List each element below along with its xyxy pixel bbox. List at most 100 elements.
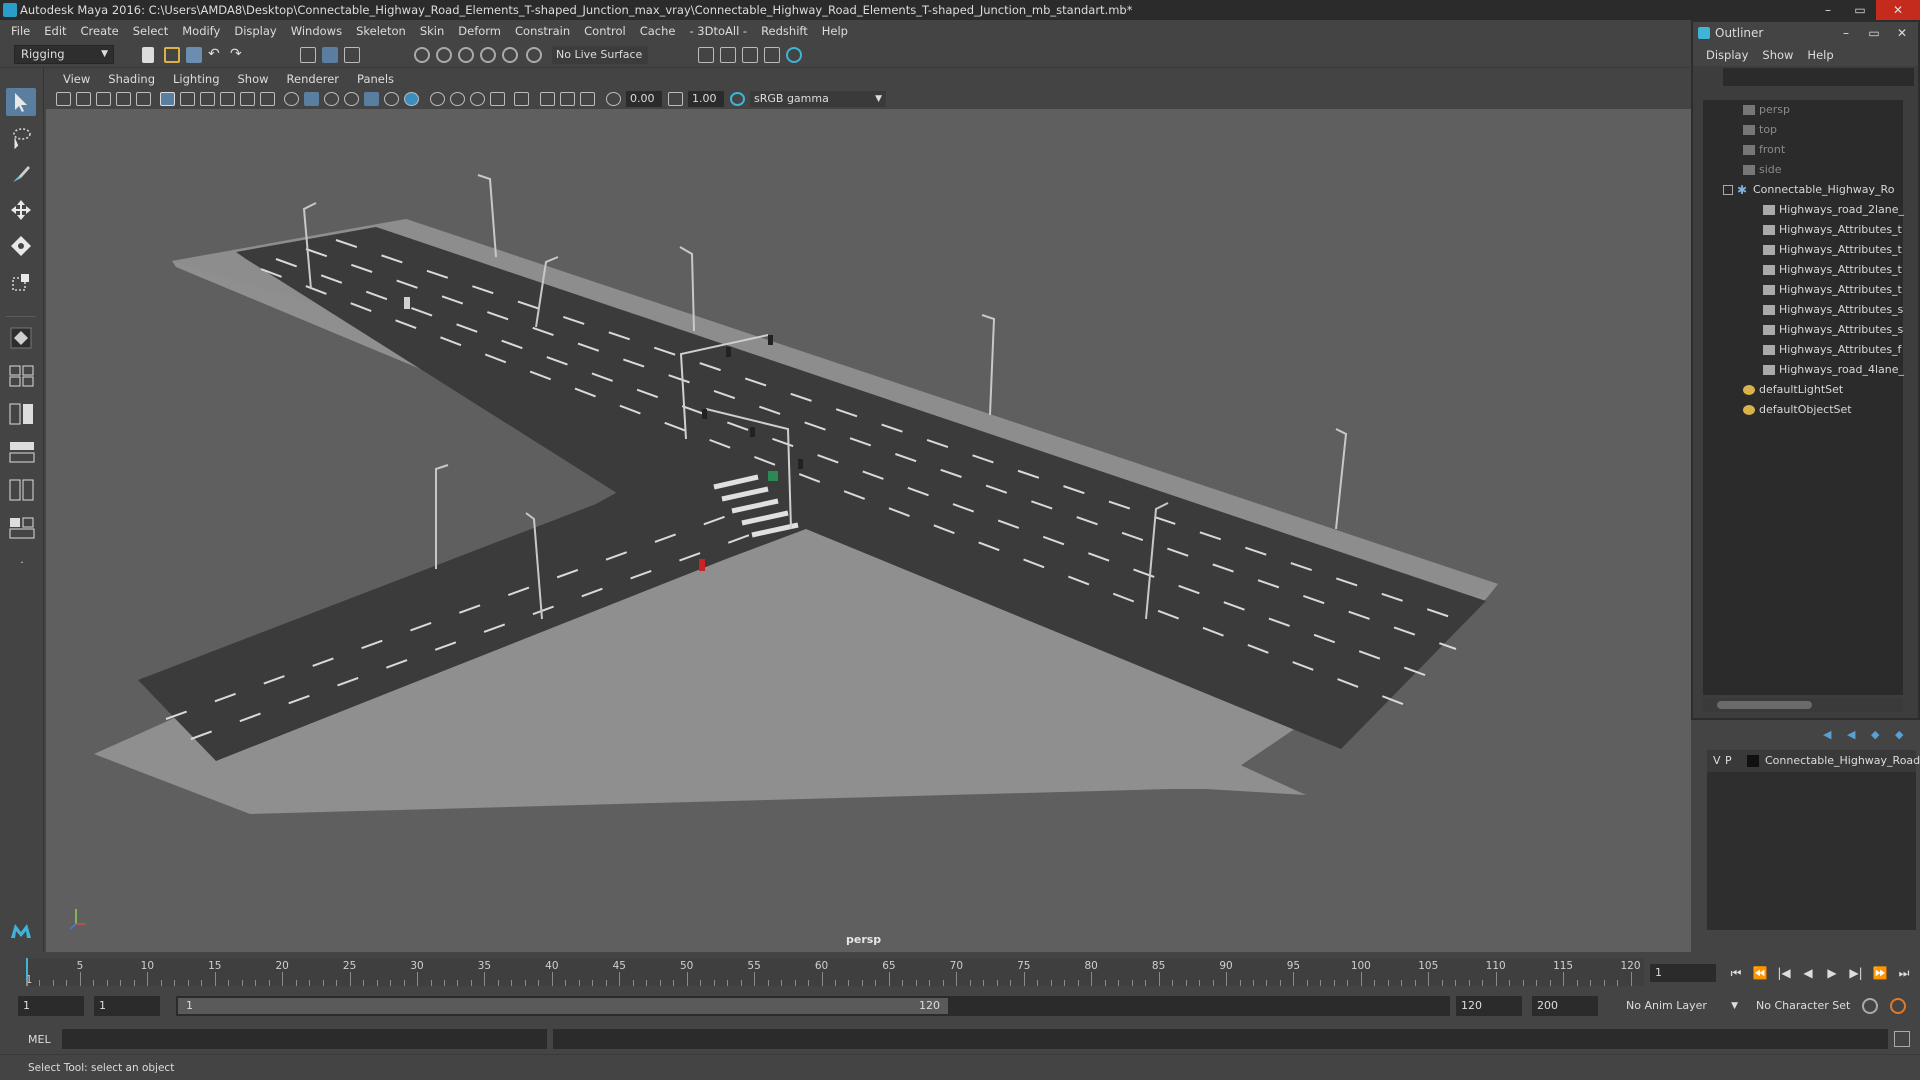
step-forward-icon[interactable]: ⏩ [1870, 964, 1890, 982]
outliner-close-button[interactable]: ✕ [1888, 22, 1916, 44]
select-tool-button[interactable] [6, 88, 36, 116]
menu-constrain[interactable]: Constrain [508, 24, 577, 38]
minimize-button[interactable]: – [1812, 0, 1844, 20]
wireframe-icon[interactable] [284, 92, 299, 106]
two-d-pan-icon[interactable] [136, 92, 151, 106]
outliner-item-mesh[interactable]: Highways_Attributes_t [1763, 220, 1902, 240]
menu-file[interactable]: File [4, 24, 37, 38]
undo-icon[interactable]: ↶ [208, 47, 224, 63]
xray-joints-icon[interactable] [540, 92, 555, 106]
scrollbar-thumb[interactable] [1717, 701, 1812, 709]
step-back-key-icon[interactable]: |◀ [1774, 964, 1794, 982]
menu-set-dropdown[interactable]: Rigging ▼ [14, 45, 114, 64]
animation-start-field[interactable]: 1 [18, 996, 84, 1016]
render-view-icon[interactable] [764, 47, 780, 63]
colorspace-dropdown[interactable]: sRGB gamma ▼ [750, 91, 886, 107]
layout-side-by-side-icon[interactable] [8, 402, 36, 426]
collapse-toggle-icon[interactable] [1723, 185, 1733, 195]
bookmark-icon[interactable] [96, 92, 111, 106]
outliner-item-mesh[interactable]: Highways_road_4lane_ [1763, 360, 1904, 380]
shadows-icon[interactable] [384, 92, 399, 106]
gamma-field[interactable]: 1.00 [688, 91, 724, 107]
outliner-item-mesh[interactable]: Highways_Attributes_t [1763, 260, 1902, 280]
menu-select[interactable]: Select [126, 24, 175, 38]
layer-visibility-toggle[interactable]: V [1713, 750, 1721, 772]
outliner-item-mesh[interactable]: Highways_Attributes_f [1763, 340, 1901, 360]
character-set-dropdown[interactable]: No Character Set [1756, 996, 1868, 1016]
isolate-select-icon[interactable] [490, 92, 505, 106]
outliner-item-persp[interactable]: persp [1743, 100, 1790, 120]
go-to-end-icon[interactable]: ⏭ [1894, 964, 1914, 982]
open-scene-icon[interactable] [164, 47, 180, 63]
perspective-viewport[interactable]: persp [46, 109, 1691, 952]
viewport-menu-view[interactable]: View [54, 72, 99, 86]
outliner-item-group[interactable]: ✱ Connectable_Highway_Ro [1723, 180, 1894, 200]
outliner-menu-help[interactable]: Help [1800, 48, 1840, 62]
color-management-icon[interactable] [730, 92, 745, 106]
outliner-menu-display[interactable]: Display [1699, 48, 1755, 62]
layer-row[interactable]: V P Connectable_Highway_Road [1707, 750, 1920, 772]
animation-prefs-icon[interactable] [1890, 998, 1906, 1014]
outliner-item-object-set[interactable]: defaultObjectSet [1743, 400, 1852, 420]
menu-create[interactable]: Create [74, 24, 126, 38]
playback-end-field[interactable]: 120 [1456, 996, 1522, 1016]
menu-3dtoall[interactable]: - 3DtoAll - [682, 24, 754, 38]
depth-of-field-icon[interactable] [470, 92, 485, 106]
film-gate-icon[interactable] [180, 92, 195, 106]
outliner-item-light-set[interactable]: defaultLightSet [1743, 380, 1843, 400]
anti-aliasing-icon[interactable] [450, 92, 465, 106]
new-layer-icon[interactable]: ◆ [1871, 728, 1879, 741]
outliner-item-mesh[interactable]: Highways_Attributes_t [1763, 240, 1902, 260]
backface-culling-icon[interactable] [580, 92, 595, 106]
live-surface-field[interactable]: No Live Surface [552, 46, 648, 64]
range-slider-handle[interactable]: 1 120 [178, 998, 948, 1014]
render-frame-icon[interactable] [720, 47, 736, 63]
grid-icon[interactable] [160, 92, 175, 106]
auto-key-icon[interactable] [1862, 998, 1878, 1014]
layout-four-view-icon[interactable] [8, 364, 36, 388]
select-object-icon[interactable] [322, 47, 338, 63]
menu-windows[interactable]: Windows [284, 24, 349, 38]
screen-space-ao-icon[interactable] [404, 92, 419, 106]
exposure-icon[interactable] [606, 92, 621, 106]
outliner-maximize-button[interactable]: ▭ [1860, 22, 1888, 44]
animation-end-field[interactable]: 200 [1532, 996, 1598, 1016]
render-settings-icon[interactable] [698, 47, 714, 63]
viewport-menu-lighting[interactable]: Lighting [164, 72, 228, 86]
layout-hypershade-icon[interactable] [8, 516, 36, 540]
show-manipulator-button[interactable] [6, 324, 36, 352]
snap-surface-icon[interactable] [502, 47, 518, 63]
command-input[interactable] [62, 1029, 547, 1049]
viewport-menu-panels[interactable]: Panels [348, 72, 403, 86]
layer-playback-toggle[interactable]: P [1725, 750, 1732, 772]
new-layer-selected-icon[interactable]: ◆ [1895, 728, 1903, 741]
outliner-item-mesh[interactable]: Highways_road_2lane_ [1763, 200, 1904, 220]
outliner-item-mesh[interactable]: Highways_Attributes_s [1763, 300, 1903, 320]
field-chart-icon[interactable] [240, 92, 255, 106]
layout-outliner-persp-icon[interactable] [8, 440, 36, 464]
select-hierarchy-icon[interactable] [300, 47, 316, 63]
outliner-item-front[interactable]: front [1743, 140, 1785, 160]
gate-mask-icon[interactable] [220, 92, 235, 106]
viewport-menu-show[interactable]: Show [229, 72, 278, 86]
xray-components-icon[interactable] [560, 92, 575, 106]
step-back-icon[interactable]: ⏪ [1750, 964, 1770, 982]
snap-view-plane-icon[interactable] [480, 47, 496, 63]
menu-control[interactable]: Control [577, 24, 633, 38]
xray-icon[interactable] [514, 92, 529, 106]
outliner-menu-show[interactable]: Show [1755, 48, 1800, 62]
snap-point-icon[interactable] [458, 47, 474, 63]
redo-icon[interactable]: ↷ [230, 47, 246, 63]
menu-skin[interactable]: Skin [413, 24, 451, 38]
wireframe-on-shaded-icon[interactable] [324, 92, 339, 106]
current-frame-field[interactable]: 1 [1650, 964, 1716, 982]
textured-icon[interactable] [344, 92, 359, 106]
time-ruler[interactable]: 1 5 10 15 20 25 30 35 40 45 50 55 60 65 70 75 80 85 90 95 1… [26, 958, 1644, 986]
menu-redshift[interactable]: Redshift [754, 24, 815, 38]
outliner-item-top[interactable]: top [1743, 120, 1777, 140]
save-scene-icon[interactable] [186, 47, 202, 63]
move-tool-button[interactable] [6, 196, 36, 224]
step-forward-key-icon[interactable]: ▶| [1846, 964, 1866, 982]
viewport-menu-renderer[interactable]: Renderer [278, 72, 349, 86]
hypershade-icon[interactable] [786, 47, 802, 63]
